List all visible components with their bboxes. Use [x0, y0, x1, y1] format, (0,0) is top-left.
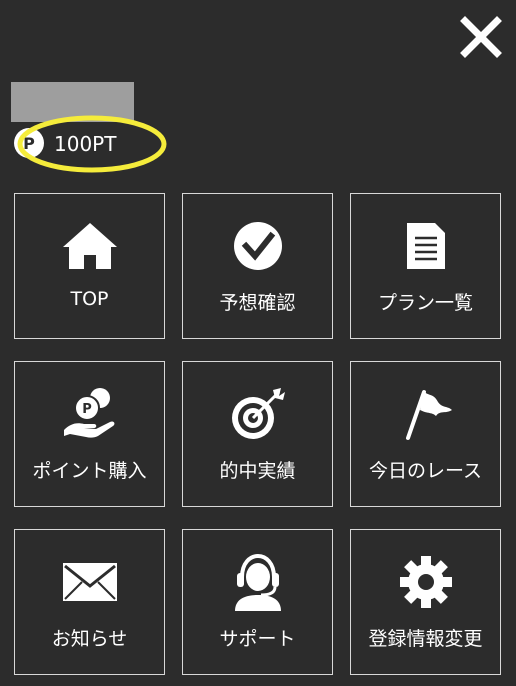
menu-item-label: 予想確認	[219, 292, 296, 314]
coin-hand-icon: P	[60, 384, 120, 444]
check-circle-icon	[228, 216, 288, 276]
menu-item-notices[interactable]: お知らせ	[14, 529, 165, 675]
menu-item-plan-list[interactable]: プラン一覧	[350, 193, 501, 339]
close-icon	[460, 16, 502, 58]
menu-item-label: お知らせ	[51, 628, 128, 650]
menu-item-hit-record[interactable]: 的中実績	[182, 361, 333, 507]
headset-icon	[228, 552, 288, 612]
side-menu-panel: P 100PT TOP 予想確認 プラン一覧 P ポイント購入 的中実績 今日の…	[0, 0, 516, 686]
points-display: P 100PT	[14, 121, 116, 165]
menu-item-top[interactable]: TOP	[14, 193, 165, 339]
menu-item-label: 登録情報変更	[368, 628, 483, 650]
points-coin-icon: P	[14, 128, 44, 158]
gear-icon	[396, 552, 456, 612]
close-button[interactable]	[458, 14, 504, 60]
menu-item-label: TOP	[70, 288, 109, 310]
menu-item-label: 的中実績	[219, 460, 296, 482]
home-icon	[60, 216, 120, 276]
menu-item-label: サポート	[219, 628, 296, 650]
menu-item-support[interactable]: サポート	[182, 529, 333, 675]
document-icon	[396, 216, 456, 276]
menu-item-profile-settings[interactable]: 登録情報変更	[350, 529, 501, 675]
envelope-icon	[60, 552, 120, 612]
menu-item-label: 今日のレース	[368, 460, 483, 482]
user-name-redacted	[11, 82, 134, 122]
menu-item-prediction-check[interactable]: 予想確認	[182, 193, 333, 339]
menu-item-label: プラン一覧	[377, 292, 473, 314]
menu-item-todays-race[interactable]: 今日のレース	[350, 361, 501, 507]
menu-grid: TOP 予想確認 プラン一覧 P ポイント購入 的中実績 今日のレース お知らせ…	[14, 193, 502, 675]
menu-item-label: ポイント購入	[32, 460, 147, 482]
flag-icon	[396, 384, 456, 444]
menu-item-point-purchase[interactable]: P ポイント購入	[14, 361, 165, 507]
svg-text:P: P	[82, 402, 92, 417]
points-value: 100PT	[54, 132, 117, 156]
target-icon	[228, 384, 288, 444]
